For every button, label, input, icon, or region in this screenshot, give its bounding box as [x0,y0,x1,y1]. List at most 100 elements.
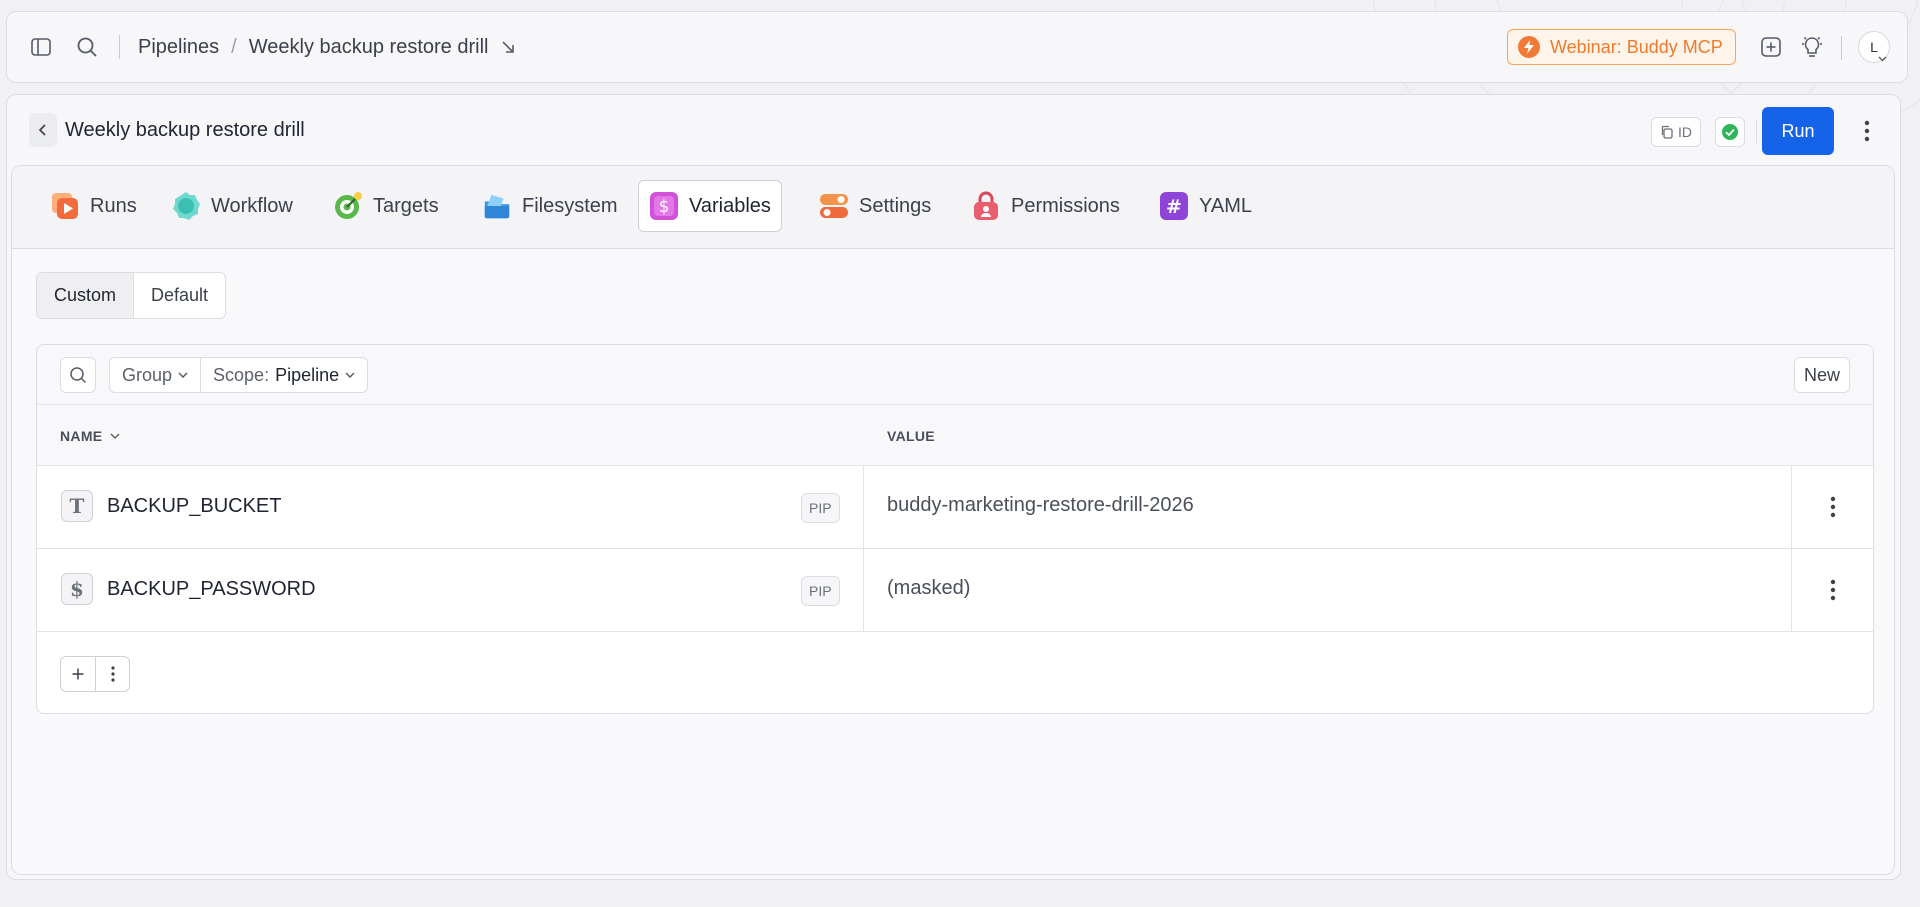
tab-filesystem-label: Filesystem [522,194,618,217]
copy-id-button[interactable]: ID [1651,117,1701,147]
lock-icon [971,191,1001,221]
row-more-options-icon[interactable] [1821,575,1845,605]
variable-name[interactable]: BACKUP_PASSWORD [107,578,316,601]
search-button[interactable] [60,357,96,393]
add-row-more-options-icon[interactable] [95,657,129,691]
tab-workflow[interactable]: Workflow [161,180,303,232]
tab-yaml[interactable]: # YAML [1149,180,1262,232]
pipeline-header: Weekly backup restore drill ID Run [7,95,1900,165]
column-divider [863,549,864,631]
tab-workflow-label: Workflow [211,194,293,217]
variable-name-cell: T BACKUP_BUCKET [61,490,282,522]
chevron-down-icon [345,372,355,378]
avatar[interactable]: L [1858,31,1890,63]
column-divider [863,466,864,548]
divider [119,35,120,59]
column-name-header[interactable]: NAME [60,428,120,444]
tab-settings-label: Settings [859,194,932,217]
tab-permissions-label: Permissions [1011,194,1120,217]
variables-panel: Group Scope: Pipeline New NAME VALUE T B… [36,344,1874,714]
table-row[interactable]: T BACKUP_BUCKET PIP buddy-marketing-rest… [37,466,1873,549]
dollar-icon: $ [649,191,679,221]
search-icon [70,367,87,384]
scope-badge: PIP [801,493,840,523]
breadcrumb-pipelines[interactable]: Pipelines [138,36,219,59]
variable-source-toggle: Custom Default [36,272,227,319]
more-options-icon[interactable] [1855,117,1879,145]
chevron-down-icon [1878,56,1887,62]
status-badge[interactable] [1715,117,1745,147]
row-more-options-icon[interactable] [1821,492,1845,522]
copy-icon [1661,125,1673,139]
lightbulb-icon[interactable] [1800,35,1824,59]
variable-name-cell: $ BACKUP_PASSWORD [61,573,316,605]
tab-runs[interactable]: Runs [40,180,147,232]
column-name-label: NAME [60,428,103,444]
column-divider [1791,549,1792,631]
secret-type-icon: $ [61,573,93,605]
scope-value: Pipeline [275,364,340,385]
filesystem-icon [482,191,512,221]
variable-value[interactable]: (masked) [887,577,970,600]
sort-chevron-icon [110,433,120,439]
add-row-button[interactable] [61,657,95,691]
hash-icon: # [1159,191,1189,221]
table-toolbar: Group Scope: Pipeline New [37,345,1873,405]
id-label: ID [1678,124,1692,140]
variable-value[interactable]: buddy-marketing-restore-drill-2026 [887,494,1194,517]
filter-group: Group Scope: Pipeline [109,357,369,393]
run-button[interactable]: Run [1762,107,1834,155]
tab-targets[interactable]: Targets [323,180,449,232]
plus-icon [72,668,84,680]
webinar-label: Webinar: Buddy MCP [1550,36,1723,57]
tab-targets-label: Targets [373,194,439,217]
chevron-down-icon [178,372,188,378]
add-icon[interactable] [1759,35,1783,59]
tab-variables-label: Variables [689,194,771,217]
add-row-group [60,656,130,692]
scope-dropdown[interactable]: Scope: Pipeline [200,358,367,392]
tab-permissions[interactable]: Permissions [961,180,1130,232]
check-circle-icon [1722,124,1738,140]
group-label: Group [122,364,173,385]
webinar-banner[interactable]: Webinar: Buddy MCP [1507,29,1736,65]
toggle-icon [819,191,849,221]
segment-custom[interactable]: Custom [37,273,135,318]
table-header: NAME VALUE [37,405,1873,466]
column-value-header: VALUE [887,428,935,444]
sidebar-toggle-icon[interactable] [29,35,53,59]
segment-default[interactable]: Default [134,273,225,318]
breadcrumb-separator: / [231,35,237,58]
divider [1756,119,1757,143]
workflow-icon [171,191,201,221]
avatar-initial: L [1870,39,1878,55]
breadcrumb: Pipelines / Weekly backup restore drill [138,36,516,59]
new-variable-button[interactable]: New [1793,357,1850,393]
tab-runs-label: Runs [90,194,137,217]
search-icon[interactable] [75,35,99,59]
tab-settings[interactable]: Settings [809,180,941,232]
table-row[interactable]: $ BACKUP_PASSWORD PIP (masked) [37,549,1873,632]
variable-name[interactable]: BACKUP_BUCKET [107,495,282,518]
divider [1841,36,1842,60]
text-type-icon: T [61,490,93,522]
column-divider [1791,466,1792,548]
column-value-label: VALUE [887,428,935,444]
tab-bar: Runs Workflow Targets Filesystem $ Varia… [12,166,1894,249]
tab-filesystem[interactable]: Filesystem [472,180,628,232]
tab-variables[interactable]: $ Variables [638,180,782,232]
scope-prefix: Scope: [213,364,270,385]
target-icon [333,191,363,221]
arrow-down-right-icon[interactable] [500,39,516,55]
content-panel: Runs Workflow Targets Filesystem $ Varia… [11,165,1895,875]
svg-text:$: $ [659,197,670,217]
svg-text:#: # [1166,196,1182,218]
group-dropdown[interactable]: Group [110,358,200,392]
chevron-left-icon [38,124,46,136]
play-icon [50,191,80,221]
main-card: Weekly backup restore drill ID Run Runs [6,94,1901,880]
bolt-icon [1518,36,1540,58]
breadcrumb-current[interactable]: Weekly backup restore drill [249,36,489,59]
back-button[interactable] [29,113,57,147]
tab-yaml-label: YAML [1199,194,1252,217]
